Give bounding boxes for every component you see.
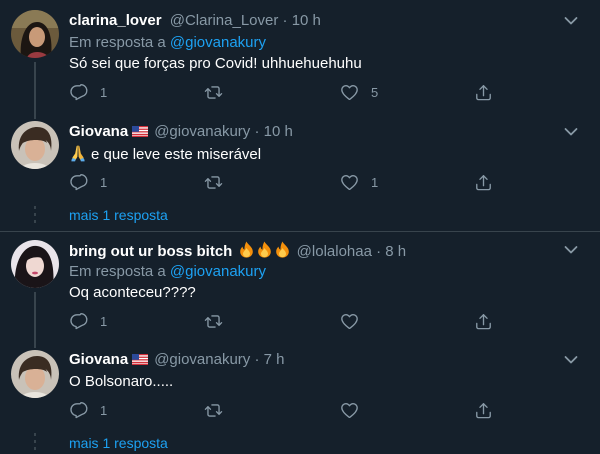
reply-count: 1 — [100, 84, 108, 100]
handle[interactable]: @Clarina_Lover — [170, 12, 279, 29]
share-icon — [474, 173, 493, 192]
reply-count: 1 — [100, 313, 108, 329]
avatar[interactable] — [11, 240, 59, 288]
retweet-icon — [204, 83, 223, 102]
flag-icon — [132, 126, 148, 137]
tweet-text-row: e que leve este miserável — [69, 144, 261, 163]
avatar[interactable] — [11, 121, 59, 169]
reply-count: 1 — [100, 174, 108, 190]
reply-context: Em resposta a @giovanakury — [69, 263, 266, 280]
retweet-icon — [204, 173, 223, 192]
thread-line — [34, 340, 36, 348]
chevron-down-icon[interactable] — [564, 355, 578, 365]
share-icon — [474, 401, 493, 420]
display-name[interactable]: clarina_lover — [69, 12, 162, 29]
like-count: 1 — [371, 174, 379, 190]
share-button[interactable] — [474, 399, 493, 421]
reply-count: 1 — [100, 402, 108, 418]
share-button[interactable] — [474, 310, 493, 332]
chevron-down-icon[interactable] — [564, 245, 578, 255]
tweet[interactable]: clarina_lover @Clarina_Lover · 10 h Em r… — [0, 0, 600, 105]
reply-button[interactable]: 1 — [69, 310, 107, 332]
timestamp[interactable]: · 7 h — [254, 351, 284, 368]
timestamp[interactable]: · 8 h — [376, 243, 406, 260]
thread-line — [34, 292, 36, 340]
action-bar: 1 — [69, 310, 499, 332]
like-icon — [340, 83, 359, 102]
action-bar: 1 5 — [69, 81, 499, 103]
chevron-down-icon[interactable] — [564, 16, 578, 26]
fire-icon — [239, 241, 254, 258]
tweet[interactable]: bring out ur boss bitch @lolalohaa · 8 h… — [0, 232, 600, 340]
reply-icon — [69, 312, 88, 331]
retweet-icon — [204, 401, 223, 420]
chevron-down-icon[interactable] — [564, 127, 578, 137]
show-more-replies-link[interactable]: mais 1 resposta — [69, 435, 168, 451]
timestamp[interactable]: · 10 h — [283, 12, 321, 29]
like-button[interactable] — [340, 310, 371, 332]
retweet-button[interactable] — [204, 171, 235, 193]
tweet-text: e que leve este miserável — [91, 146, 262, 163]
tweet-header: Giovana @giovanakury · 10 h — [69, 123, 293, 140]
thread-line — [34, 105, 36, 119]
retweet-button[interactable] — [204, 399, 235, 421]
reply-button[interactable]: 1 — [69, 399, 107, 421]
display-name[interactable]: Giovana — [69, 351, 128, 368]
avatar[interactable] — [11, 350, 59, 398]
reply-icon — [69, 83, 88, 102]
like-button[interactable]: 1 — [340, 171, 378, 193]
tweet[interactable]: Giovana @giovanakury · 10 h e que leve es… — [0, 105, 600, 230]
reply-icon — [69, 173, 88, 192]
reply-to-link[interactable]: @giovanakury — [170, 263, 266, 280]
like-icon — [340, 312, 359, 331]
thread-dots — [34, 433, 36, 454]
folded-hands-icon — [69, 144, 87, 162]
like-count: 5 — [371, 84, 379, 100]
reply-to-link[interactable]: @giovanakury — [170, 34, 266, 51]
tweet-header: clarina_lover @Clarina_Lover · 10 h — [69, 12, 321, 29]
thread-dots — [34, 206, 36, 227]
like-button[interactable]: 5 — [340, 81, 378, 103]
handle[interactable]: @giovanakury — [154, 351, 250, 368]
tweet[interactable]: Giovana @giovanakury · 7 h O Bolsonaro...… — [0, 340, 600, 454]
display-name[interactable]: bring out ur boss bitch — [69, 243, 232, 260]
reply-prefix: Em resposta a — [69, 34, 166, 51]
fire-icon — [257, 241, 272, 258]
share-button[interactable] — [474, 81, 493, 103]
avatar[interactable] — [11, 10, 59, 58]
tweet-text: O Bolsonaro..... — [69, 373, 174, 390]
reply-button[interactable]: 1 — [69, 81, 107, 103]
action-bar: 1 1 — [69, 171, 499, 193]
retweet-button[interactable] — [204, 310, 235, 332]
timestamp[interactable]: · 10 h — [254, 123, 292, 140]
retweet-icon — [204, 312, 223, 331]
like-icon — [340, 401, 359, 420]
handle[interactable]: @lolalohaa — [297, 243, 372, 260]
flag-icon — [132, 354, 148, 365]
reply-prefix: Em resposta a — [69, 263, 166, 280]
reply-context: Em resposta a @giovanakury — [69, 34, 266, 51]
tweet-text: Oq aconteceu???? — [69, 284, 196, 301]
action-bar: 1 — [69, 399, 499, 421]
fire-icon — [275, 241, 290, 258]
like-icon — [340, 173, 359, 192]
share-icon — [474, 312, 493, 331]
share-button[interactable] — [474, 171, 493, 193]
like-button[interactable] — [340, 399, 371, 421]
retweet-button[interactable] — [204, 81, 235, 103]
tweet-header: bring out ur boss bitch @lolalohaa · 8 h — [69, 241, 406, 260]
share-icon — [474, 83, 493, 102]
display-name[interactable]: Giovana — [69, 123, 128, 140]
tweet-header: Giovana @giovanakury · 7 h — [69, 351, 284, 368]
tweet-text: Só sei que forças pro Covid! uhhuehuehuh… — [69, 55, 362, 72]
reply-icon — [69, 401, 88, 420]
handle[interactable]: @giovanakury — [154, 123, 250, 140]
thread-line — [34, 62, 36, 105]
show-more-replies-link[interactable]: mais 1 resposta — [69, 207, 168, 223]
reply-button[interactable]: 1 — [69, 171, 107, 193]
